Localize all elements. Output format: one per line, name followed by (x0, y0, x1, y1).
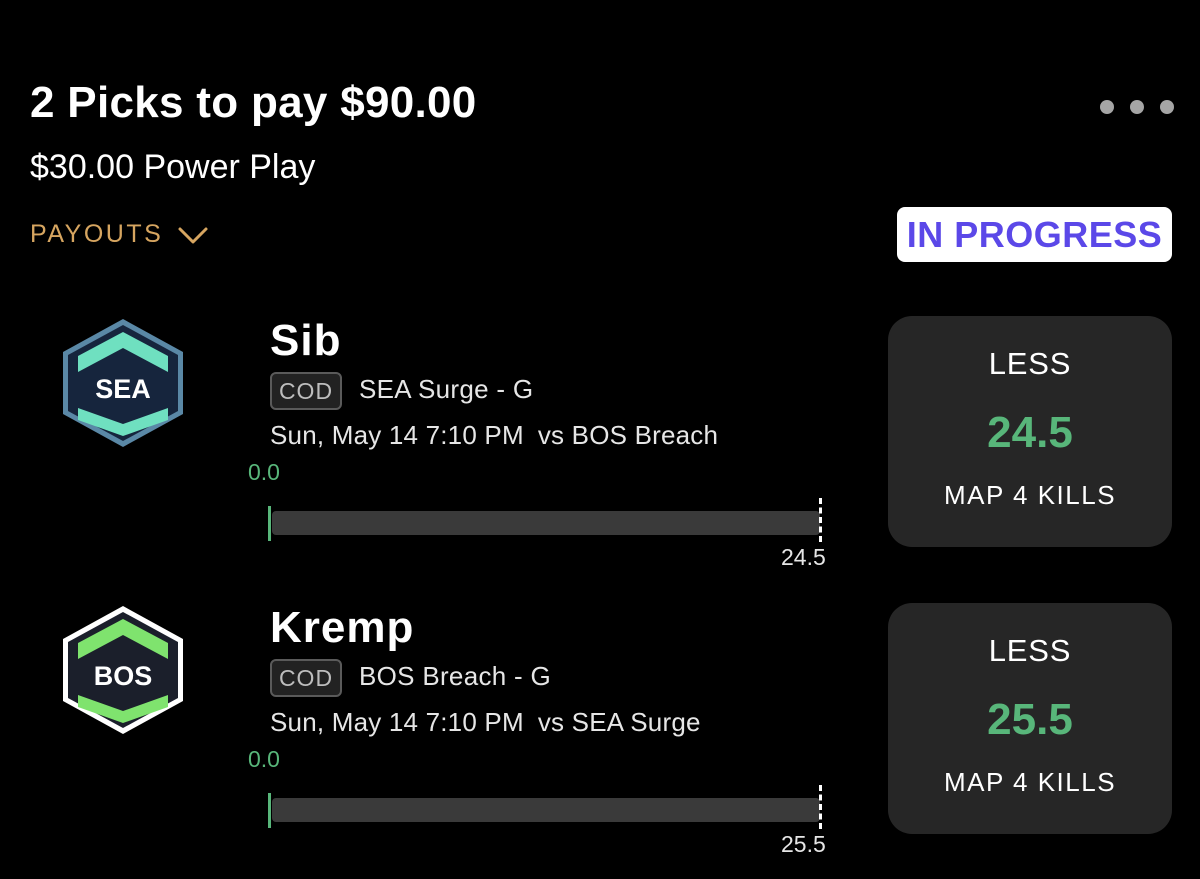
bos-breach-logo-icon: BOS (56, 603, 190, 737)
team-position: SEA Surge - G (359, 374, 534, 404)
progress-current-value: 0.0 (248, 746, 280, 772)
game-opponent: vs SEA Surge (537, 707, 701, 737)
league-badge: COD (270, 372, 342, 410)
progress-current-value: 0.0 (248, 459, 280, 485)
projection-line: 24.5 (987, 408, 1073, 457)
progress-track (272, 798, 820, 822)
league-badge: COD (270, 659, 342, 697)
more-dot (1130, 100, 1144, 114)
progress-track (272, 511, 820, 535)
sea-logo-text: SEA (95, 374, 151, 404)
status-badge: IN PROGRESS (897, 207, 1172, 262)
entry-subtitle: $30.00 Power Play (30, 148, 316, 186)
player-name: Sib (270, 316, 342, 365)
pick-card: SEA Sib COD SEA Surge - G Sun, May 14 7:… (0, 316, 1200, 586)
progress-target-marker (819, 785, 822, 829)
player-name: Kremp (270, 603, 415, 652)
progress-target-marker (819, 498, 822, 542)
game-info: Sun, May 14 7:10 PM vs BOS Breach (270, 420, 718, 451)
progress-start-marker (268, 506, 271, 541)
stat-type: MAP 4 KILLS (943, 767, 1117, 797)
game-datetime: Sun, May 14 7:10 PM (270, 707, 524, 737)
more-dot (1100, 100, 1114, 114)
payouts-toggle[interactable]: PAYOUTS (30, 220, 209, 249)
projection-card[interactable]: LESS 25.5 MAP 4 KILLS (888, 603, 1172, 834)
stat-type: MAP 4 KILLS (943, 480, 1117, 510)
pick-direction: LESS (988, 633, 1072, 668)
progress-target-value: 24.5 (781, 544, 826, 570)
bos-logo-text: BOS (94, 661, 153, 691)
payouts-label: PAYOUTS (30, 220, 164, 248)
game-datetime: Sun, May 14 7:10 PM (270, 420, 524, 450)
progress-target-value: 25.5 (781, 831, 826, 857)
sea-surge-logo-icon: SEA (56, 316, 190, 450)
entry-title: 2 Picks to pay $90.00 (30, 78, 477, 127)
more-dot (1160, 100, 1174, 114)
chevron-down-icon (178, 227, 208, 243)
team-position: BOS Breach - G (359, 661, 552, 691)
projection-card[interactable]: LESS 24.5 MAP 4 KILLS (888, 316, 1172, 547)
game-info: Sun, May 14 7:10 PM vs SEA Surge (270, 707, 701, 738)
pick-card: BOS Kremp COD BOS Breach - G Sun, May 14… (0, 603, 1200, 873)
projection-line: 25.5 (987, 695, 1073, 744)
game-opponent: vs BOS Breach (537, 420, 719, 450)
progress-start-marker (268, 793, 271, 828)
pick-direction: LESS (988, 346, 1072, 381)
more-options-icon[interactable] (1100, 100, 1174, 114)
